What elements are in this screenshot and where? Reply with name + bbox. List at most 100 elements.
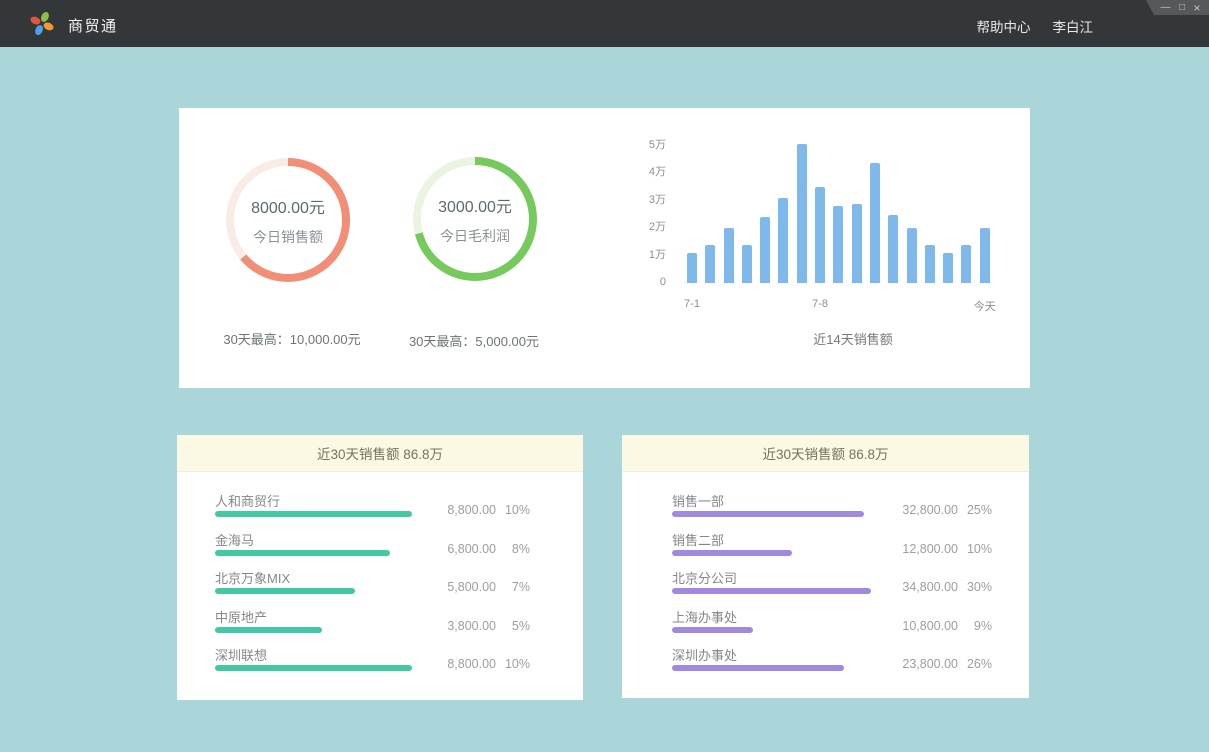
- bar: [833, 206, 843, 283]
- list-item: 中原地产 3,800.00 5%: [177, 607, 583, 646]
- row-sales-bar: [215, 588, 355, 594]
- list-item: 人和商贸行 8,800.0010%: [177, 491, 583, 530]
- bar: [724, 228, 734, 283]
- list-item: 深圳联想 8,800.0010%: [177, 645, 583, 684]
- bar-series: [687, 138, 993, 283]
- row-percent: 9%: [966, 618, 992, 634]
- list-item: 北京分公司 34,800.00 30%: [622, 568, 1029, 607]
- row-name: 销售一部: [672, 491, 724, 510]
- row-values: 5,800.00 7%: [426, 579, 530, 595]
- customer-rank-header: 近30天销售额 86.8万: [177, 435, 583, 472]
- row-sales-bar: [215, 665, 412, 671]
- user-name-link[interactable]: 李白江: [1053, 16, 1094, 36]
- row-values: 12,800.00 10%: [888, 541, 992, 557]
- row-values: 3,800.00 5%: [426, 618, 530, 634]
- customer-rank-card: 近30天销售额 86.8万 人和商贸行 8,800.0010% 金海马 6,800.0…: [177, 435, 583, 700]
- department-rank-title: 近30天销售额 86.8万: [762, 443, 888, 463]
- row-percent: 10%: [966, 541, 992, 557]
- row-name: 上海办事处: [672, 607, 737, 626]
- app-logo-pinwheel-icon: [29, 10, 55, 37]
- x-tick-label: 今天: [974, 298, 996, 314]
- row-percent: 26%: [966, 656, 992, 672]
- row-amount: 8,800.00: [426, 656, 496, 672]
- help-center-link[interactable]: 帮助中心: [977, 16, 1031, 36]
- today-profit-donut-center: 3000.00元 今日毛利润: [421, 165, 529, 273]
- row-amount: 34,800.00: [888, 579, 958, 595]
- row-name: 人和商贸行: [215, 491, 280, 510]
- row-name: 北京万象MIX: [215, 568, 290, 587]
- row-percent: 30%: [966, 579, 992, 595]
- row-sales-bar: [672, 665, 844, 671]
- row-sales-bar: [672, 511, 864, 517]
- department-rank-card: 近30天销售额 86.8万 销售一部 32,800.0025% 销售二部 12,800…: [622, 435, 1029, 698]
- y-tick-label: 5万: [640, 139, 666, 152]
- list-item: 销售二部 12,800.00 10%: [622, 530, 1029, 569]
- y-tick-label: 4万: [640, 166, 666, 179]
- row-values: 6,800.008%: [426, 541, 530, 557]
- bar: [888, 215, 898, 283]
- row-name: 金海马: [215, 530, 254, 549]
- row-values: 10,800.00 9%: [888, 618, 992, 634]
- row-amount: 3,800.00: [426, 618, 496, 634]
- row-name: 中原地产: [215, 607, 267, 626]
- title-bar: 商贸通 帮助中心 李白江 — □ ×: [0, 0, 1209, 47]
- bar: [760, 217, 770, 283]
- bar: [961, 245, 971, 283]
- bar: [742, 245, 752, 283]
- row-name: 深圳办事处: [672, 645, 737, 664]
- today-sales-donut-chart: 8000.00元 今日销售额: [226, 158, 350, 282]
- row-sales-bar: [672, 550, 792, 556]
- topbar-links: 帮助中心 李白江: [977, 16, 1094, 36]
- row-amount: 6,800.00: [426, 541, 496, 557]
- today-sales-value: 8000.00元: [251, 194, 325, 218]
- customer-rank-title: 近30天销售额 86.8万: [317, 443, 443, 463]
- daily-sales-bar-chart: 5万 4万 3万 2万 1万 0 7-1 7-8 今天 近14天销售额: [640, 138, 1022, 354]
- y-tick-label: 0: [640, 276, 666, 289]
- row-values: 34,800.00 30%: [888, 579, 992, 595]
- close-button[interactable]: ×: [1194, 3, 1201, 13]
- y-tick-label: 1万: [640, 249, 666, 262]
- row-name: 深圳联想: [215, 645, 267, 664]
- today-profit-value: 3000.00元: [438, 193, 512, 217]
- row-sales-bar: [215, 511, 412, 517]
- department-rank-header: 近30天销售额 86.8万: [622, 435, 1029, 472]
- row-percent: 5%: [504, 618, 530, 634]
- row-name: 销售二部: [672, 530, 724, 549]
- rank-rows: 人和商贸行 8,800.0010% 金海马 6,800.008% 北京万象MIX 5,80…: [177, 472, 583, 700]
- minimize-button[interactable]: —: [1160, 3, 1170, 13]
- bar: [852, 204, 862, 283]
- row-values: 8,800.0010%: [426, 656, 530, 672]
- row-amount: 10,800.00: [888, 618, 958, 634]
- row-amount: 5,800.00: [426, 579, 496, 595]
- x-tick-label: 7-1: [684, 298, 700, 310]
- bar: [687, 253, 697, 283]
- today-sales-label: 今日销售额: [253, 227, 323, 247]
- row-amount: 23,800.00: [888, 656, 958, 672]
- row-percent: 7%: [504, 579, 530, 595]
- row-amount: 32,800.00: [888, 502, 958, 518]
- x-tick-label: 7-8: [812, 298, 828, 310]
- bar: [980, 228, 990, 283]
- list-item: 深圳办事处 23,800.00 26%: [622, 645, 1029, 684]
- app-title: 商贸通: [68, 15, 118, 36]
- bar: [778, 198, 788, 283]
- row-values: 32,800.0025%: [888, 502, 992, 518]
- y-tick-label: 3万: [640, 194, 666, 207]
- row-sales-bar: [215, 627, 322, 633]
- list-item: 销售一部 32,800.0025%: [622, 491, 1029, 530]
- row-sales-bar: [215, 550, 390, 556]
- maximize-button[interactable]: □: [1179, 3, 1185, 13]
- list-item: 北京万象MIX 5,800.00 7%: [177, 568, 583, 607]
- bar: [907, 228, 917, 283]
- chart-caption: 近14天销售额: [813, 329, 892, 348]
- today-sales-donut-center: 8000.00元 今日销售额: [234, 166, 342, 274]
- bar: [943, 253, 953, 283]
- list-item: 上海办事处 10,800.00 9%: [622, 607, 1029, 646]
- y-tick-label: 2万: [640, 221, 666, 234]
- row-name: 北京分公司: [672, 568, 737, 587]
- bar: [797, 144, 807, 283]
- row-amount: 12,800.00: [888, 541, 958, 557]
- row-sales-bar: [672, 627, 753, 633]
- profit-30d-max-note: 30天最高：5,000.00元: [379, 331, 569, 350]
- row-values: 8,800.0010%: [426, 502, 530, 518]
